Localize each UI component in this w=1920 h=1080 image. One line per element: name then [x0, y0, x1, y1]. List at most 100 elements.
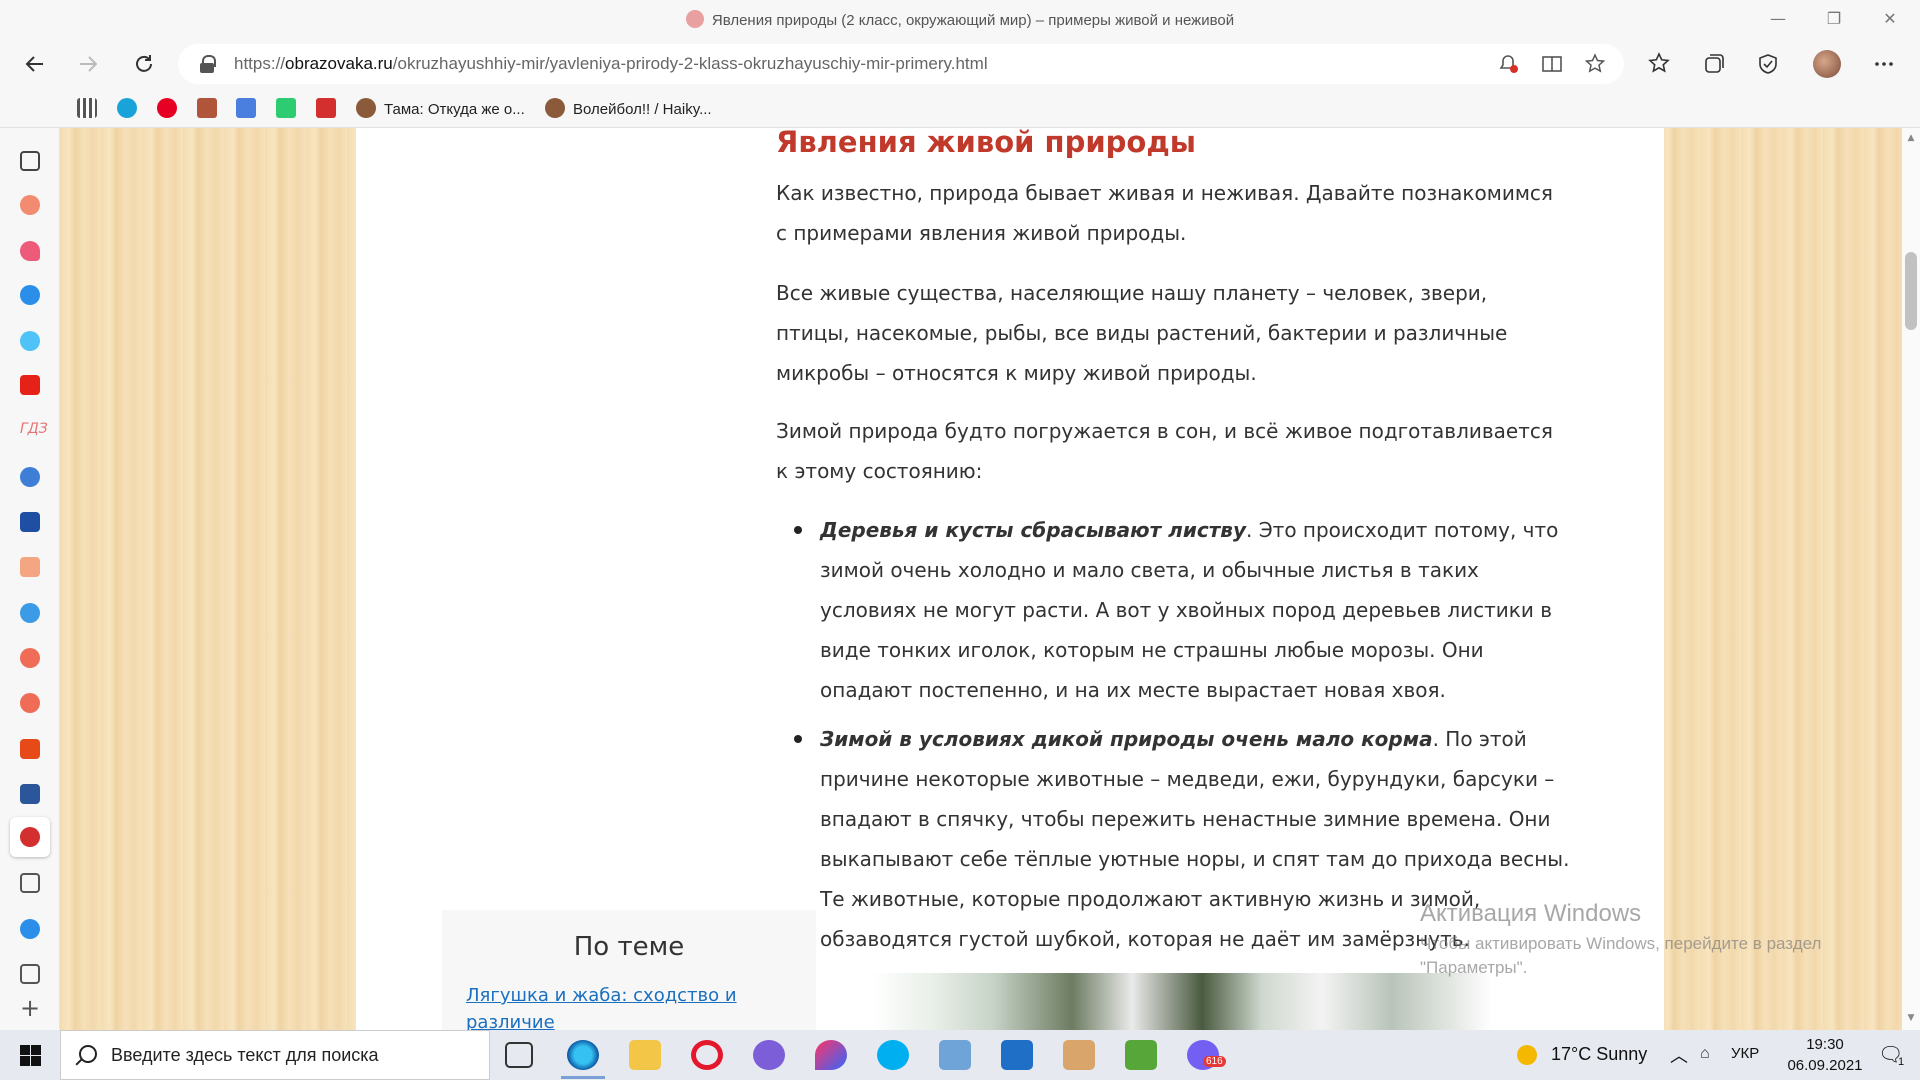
list-item-bold: Зимой в условиях дикой природы очень мал… — [820, 727, 1433, 751]
app-icon[interactable] — [20, 195, 40, 215]
app-icon[interactable] — [20, 557, 40, 577]
navigation-bar: https://obrazovaka.ru/okruzhayushhiy-mir… — [0, 40, 1920, 88]
clock-date[interactable]: 06.09.2021 — [1776, 1057, 1874, 1074]
app-icon[interactable] — [20, 648, 40, 668]
site-icon[interactable] — [20, 827, 40, 847]
app-icon[interactable] — [20, 467, 40, 487]
minecraft-icon[interactable] — [1125, 1040, 1157, 1070]
search-placeholder: Введите здесь текст для поиска — [111, 1045, 379, 1065]
file-icon[interactable] — [20, 964, 40, 984]
youtube-icon[interactable] — [20, 375, 40, 395]
restore-button[interactable]: ❐ — [1806, 0, 1862, 40]
anime-icon — [356, 98, 376, 118]
scrollbar-thumb[interactable] — [1905, 252, 1917, 330]
bookmark-site-2[interactable] — [197, 98, 225, 118]
minimize-button[interactable]: — — [1750, 0, 1806, 40]
apps-grid-icon — [77, 98, 97, 118]
add-favorite-icon[interactable] — [1582, 53, 1610, 77]
bing-icon[interactable] — [20, 919, 40, 939]
article-image — [872, 973, 1492, 1030]
plus-icon[interactable]: + — [20, 996, 40, 1020]
viber-icon[interactable]: 616 — [1187, 1040, 1226, 1070]
watermark-title: Активация Windows — [1420, 900, 1642, 927]
bookmark-apps[interactable] — [77, 98, 105, 118]
anime-icon — [545, 98, 565, 118]
bookmark-site-1[interactable] — [117, 98, 145, 118]
collections-icon — [1705, 54, 1724, 73]
skype-icon[interactable] — [877, 1040, 909, 1070]
opera-icon[interactable] — [691, 1040, 723, 1070]
clock-time[interactable]: 19:30 — [1795, 1036, 1855, 1053]
language-indicator[interactable]: УКР — [1731, 1045, 1759, 1062]
settings-more-button[interactable] — [1864, 48, 1904, 80]
weather-sun-icon[interactable] — [1517, 1045, 1537, 1065]
list-item: Деревья и кусты сбрасывают листву. Это п… — [794, 510, 1580, 710]
bookmark-volleyball[interactable]: Волейбол!! / Haiky... — [545, 98, 712, 118]
close-window-button[interactable]: ✕ — [1862, 0, 1918, 40]
app-icon[interactable] — [20, 693, 40, 713]
bookmark-pinterest[interactable] — [157, 98, 185, 118]
scroll-up-icon[interactable]: ▲ — [1905, 132, 1917, 144]
sound-icon — [276, 98, 296, 118]
back-button[interactable] — [15, 46, 55, 82]
mail-icon[interactable] — [1001, 1040, 1033, 1070]
collections-button[interactable] — [1694, 48, 1734, 80]
bookmark-pdf[interactable] — [316, 98, 344, 118]
network-icon[interactable]: ⌂ — [1700, 1045, 1710, 1063]
extensions-button[interactable] — [1748, 48, 1788, 80]
favorites-icon — [1648, 52, 1670, 73]
task-view-icon[interactable] — [505, 1042, 533, 1068]
notifications-blocked-icon[interactable] — [1494, 53, 1522, 77]
office-icon[interactable] — [20, 739, 40, 759]
taskbar-search[interactable]: Введите здесь текст для поиска — [60, 1030, 490, 1080]
zoom-icon[interactable] — [20, 331, 40, 351]
bookmark-site-3[interactable] — [276, 98, 304, 118]
title-bar: Явления природы (2 класс, окружающий мир… — [0, 0, 1920, 40]
bookmark-translate[interactable] — [236, 98, 264, 118]
tabs-icon[interactable] — [20, 151, 40, 171]
related-widget: По теме Лягушка и жаба: сходство и разли… — [442, 910, 816, 1030]
page-viewport: Явления живой природы Как известно, прир… — [60, 128, 1902, 1030]
app-icon[interactable] — [1063, 1040, 1095, 1070]
file-explorer-icon[interactable] — [629, 1040, 661, 1070]
related-link[interactable]: Лягушка и жаба: сходство и различие — [466, 982, 786, 1030]
section-heading: Явления живой природы — [776, 128, 1196, 159]
list-item-text: . Это происходит потому, что зимой очень… — [820, 518, 1559, 702]
windows-logo-icon — [20, 1056, 30, 1066]
pinterest-icon — [157, 98, 177, 118]
word-icon[interactable] — [20, 784, 40, 804]
edge-icon[interactable] — [567, 1040, 599, 1070]
scroll-down-icon[interactable]: ▼ — [1905, 1012, 1917, 1024]
immersive-reader-icon[interactable] — [1538, 53, 1566, 77]
discord-icon[interactable] — [753, 1040, 785, 1070]
app-icon[interactable] — [20, 512, 40, 532]
page-scrollbar[interactable]: ▲ ▼ — [1902, 128, 1920, 1030]
favorites-button[interactable] — [1640, 48, 1680, 80]
weather-text[interactable]: 17°C Sunny — [1551, 1044, 1647, 1065]
windows-activation-watermark: Активация Windows Чтобы активировать Win… — [1420, 900, 1860, 980]
profile-avatar[interactable] — [1813, 50, 1841, 78]
app-icon[interactable] — [815, 1040, 847, 1070]
shield-check-icon — [1759, 54, 1777, 74]
app-icon[interactable] — [20, 873, 40, 893]
translate-icon — [236, 98, 256, 118]
bookmark-label: Волейбол!! / Haiky... — [573, 101, 712, 118]
paragraph: Как известно, природа бывает живая и неж… — [776, 181, 1553, 245]
site-favicon-icon — [685, 10, 704, 28]
lock-icon — [200, 55, 216, 73]
tray-chevron-icon[interactable]: ︿ — [1670, 1042, 1688, 1068]
facebook-icon[interactable] — [20, 603, 40, 623]
windows-logo-icon — [31, 1056, 41, 1066]
notification-count: 1 — [1898, 1056, 1905, 1068]
bookmark-tama[interactable]: Тама: Откуда же о... — [356, 98, 525, 118]
url-text[interactable]: https://obrazovaka.ru/okruzhayushhiy-mir… — [234, 54, 988, 74]
refresh-button[interactable] — [124, 46, 164, 82]
gdz-icon[interactable]: ГДЗ — [20, 421, 48, 441]
address-bar[interactable]: https://obrazovaka.ru/okruzhayushhiy-mir… — [178, 44, 1624, 84]
bing-icon[interactable] — [20, 285, 40, 305]
active-app-indicator — [561, 1076, 605, 1079]
heart-icon[interactable] — [20, 241, 40, 261]
start-button[interactable] — [0, 1030, 60, 1080]
photos-icon[interactable] — [939, 1040, 971, 1070]
forward-button[interactable] — [68, 46, 108, 82]
